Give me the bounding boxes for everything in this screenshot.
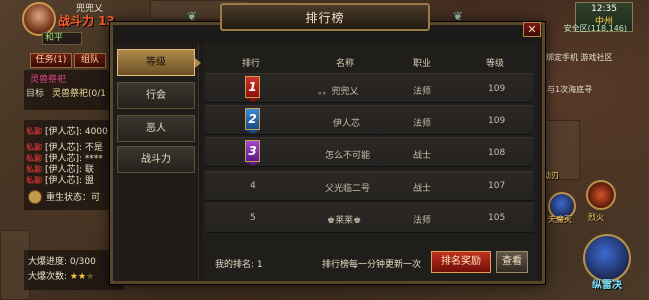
close-button[interactable]: ✕ — [523, 22, 541, 37]
clock: 12:35 — [591, 4, 617, 14]
player-class: 法师 — [413, 216, 432, 226]
ornament-icon: ❦ — [186, 9, 198, 23]
player-class: 战士 — [413, 184, 432, 194]
rank-badge: 3 — [245, 140, 260, 166]
column-header-level: 等级 — [486, 59, 505, 69]
column-header-rank: 排行 — [242, 59, 261, 69]
skill-label: 劫刃 — [543, 171, 559, 180]
player-name: ♚莱莱♚ — [327, 216, 362, 226]
star-icon: ★ — [69, 272, 78, 282]
rebirth-icon — [28, 190, 42, 204]
player-name: 怎么不可能 — [325, 151, 371, 161]
skill-button[interactable] — [586, 180, 616, 210]
player-class: 战士 — [413, 151, 432, 161]
skill-label: 烈火 — [588, 213, 604, 222]
team-tab[interactable]: 组队 — [74, 53, 106, 68]
player-name: 伊人芯 — [333, 119, 361, 129]
skill-label: 天魔灭 — [548, 215, 572, 224]
rank-badge: 2 — [245, 108, 260, 134]
combat-power-label: 战斗力 13 — [58, 14, 115, 28]
player-level: 109 — [488, 84, 506, 94]
rank-badge: 1 — [245, 76, 260, 102]
tab-level[interactable]: 等级 — [117, 49, 201, 76]
task-tab[interactable]: 任务(1) — [30, 53, 72, 68]
view-button[interactable]: 查看 — [496, 251, 528, 273]
chat-line: 私聊 [伊人芯]: 盟 — [26, 176, 94, 186]
quest-title: 灵兽祭祀 — [30, 75, 67, 85]
quest-target-label: 目标 — [26, 89, 45, 99]
star-icon: ★ — [78, 272, 87, 282]
burst-progress: 大爆进度: 0/300 — [28, 257, 96, 267]
player-level: 107 — [488, 181, 506, 191]
tab-villain[interactable]: 恶人 — [117, 115, 195, 142]
rebirth-status: 重生状态：可 — [46, 193, 101, 203]
rank-reward-button[interactable]: 排名奖励 — [431, 251, 491, 273]
player-level: 105 — [488, 213, 506, 223]
promo-text[interactable]: 与1次海底寻 — [547, 84, 592, 95]
player-level: 108 — [488, 148, 506, 158]
tab-guild[interactable]: 行会 — [117, 82, 195, 109]
coordinates: 安全区(118,146) — [563, 24, 627, 33]
player-class: 法师 — [413, 119, 432, 129]
tab-combat-power[interactable]: 战斗力 — [117, 146, 195, 173]
pk-mode-toggle[interactable]: 和平 — [42, 32, 82, 45]
ornament-icon: ❦ — [452, 9, 464, 23]
update-note: 排行榜每一分钟更新一次 — [322, 260, 422, 270]
chat-line: 私聊 [伊人芯]: 4000 — [26, 127, 108, 137]
main-skill-label: 纵雷决 — [592, 280, 622, 291]
column-header-name: 名称 — [336, 59, 355, 69]
quest-target[interactable]: 灵兽祭祀(0/1 — [52, 86, 106, 99]
player-level: 109 — [488, 116, 506, 126]
player-name: 父光临二号 — [325, 184, 371, 194]
main-skill-button[interactable] — [583, 234, 631, 282]
burst-count: 大爆次数: ★★★ — [28, 272, 95, 282]
bind-phone-link[interactable]: 绑定手机 游戏社区 — [546, 52, 613, 63]
my-rank: 我的排名: 1 — [215, 260, 263, 270]
player-class: 法师 — [413, 87, 432, 97]
dialog-title: 排行榜 — [305, 11, 345, 25]
rank-number: 5 — [250, 213, 256, 223]
player-name: 。。兜兜乂 — [318, 87, 359, 97]
column-header-class: 职业 — [413, 59, 432, 69]
star-icon: ★ — [86, 272, 95, 282]
player-avatar[interactable] — [22, 2, 56, 36]
rank-number: 4 — [250, 181, 256, 191]
